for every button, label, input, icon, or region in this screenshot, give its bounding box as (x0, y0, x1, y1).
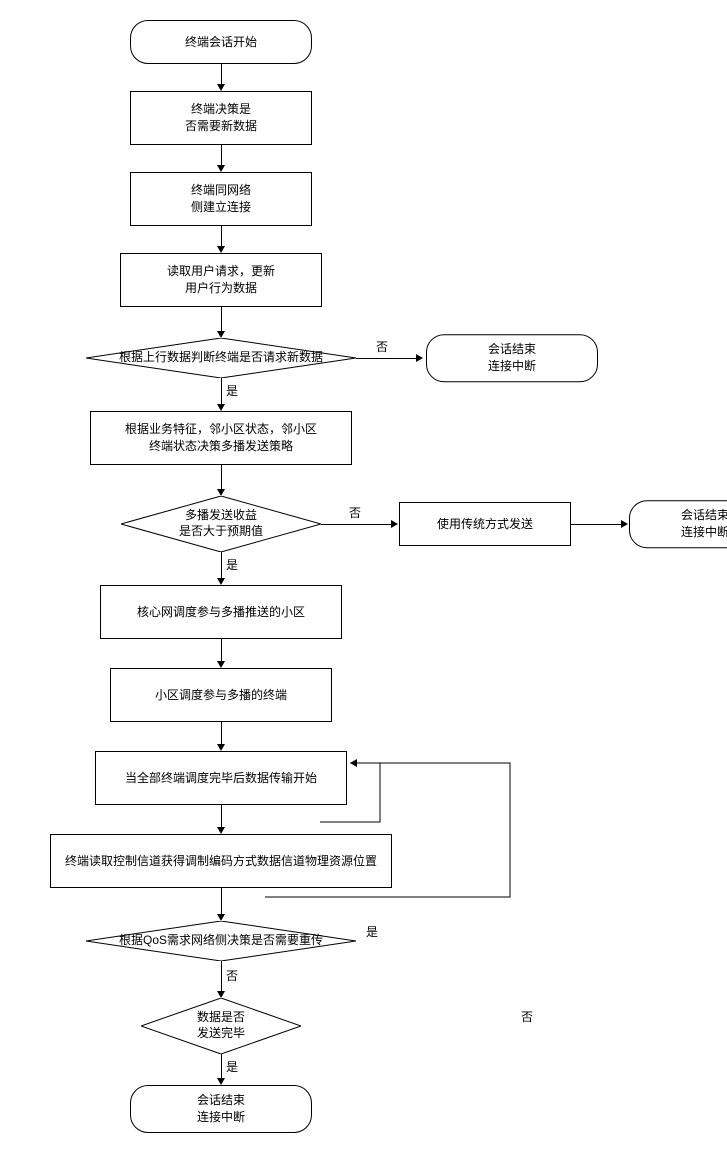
process-8-text: 终端读取控制信道获得调制编码方式数据信道物理资源位置 (65, 853, 377, 870)
start-text: 终端会话开始 (185, 34, 257, 51)
alt-process: 使用传统方式发送 (399, 502, 571, 546)
arrow (220, 226, 222, 253)
decision-4: 数据是否 发送完毕 (141, 998, 301, 1054)
arrow-right: 否 (321, 520, 398, 528)
decision-4-text: 数据是否 发送完毕 (173, 1010, 269, 1041)
arrow (220, 145, 222, 172)
yes-label: 是 (226, 382, 238, 399)
process-7-text: 当全部终端调度完毕后数据传输开始 (125, 770, 317, 787)
process-6-text: 小区调度参与多播的终端 (155, 687, 287, 704)
arrow-right (571, 520, 628, 528)
arrow (220, 888, 222, 921)
end-3-text: 会话结束 连接中断 (197, 1092, 245, 1126)
decision-3: 根据QoS需求网络侧决策是否需要重传 (86, 921, 356, 961)
process-3-text: 读取用户请求，更新 用户行为数据 (167, 263, 275, 297)
no-label: 否 (349, 504, 361, 521)
arrow (220, 639, 222, 668)
arrow: 是 (220, 1054, 222, 1085)
process-7: 当全部终端调度完毕后数据传输开始 (95, 751, 347, 805)
arrow: 否 (220, 961, 222, 998)
no-label: 否 (226, 967, 238, 984)
process-4: 根据业务特征，邻小区状态，邻小区 终端状态决策多播发送策略 (90, 411, 352, 465)
yes-label: 是 (226, 1058, 238, 1075)
arrow (220, 307, 222, 338)
end-2-text: 会话结束 连接中断 (681, 507, 727, 541)
alt-text: 使用传统方式发送 (437, 516, 533, 533)
arrow-right: 否 (356, 354, 423, 362)
yes-label: 是 (226, 556, 238, 573)
process-3: 读取用户请求，更新 用户行为数据 (120, 253, 322, 307)
arrow: 是 (220, 552, 222, 585)
arrow (220, 64, 222, 91)
arrow (220, 722, 222, 751)
end-3: 会话结束 连接中断 (130, 1085, 312, 1133)
process-1-text: 终端决策是 否需要新数据 (185, 101, 257, 135)
decision-1-text: 根据上行数据判断终端是否请求新数据 (95, 350, 347, 366)
process-5-text: 核心网调度参与多播推送的小区 (137, 604, 305, 621)
process-5: 核心网调度参与多播推送的小区 (100, 585, 342, 639)
process-2: 终端同网络 侧建立连接 (130, 172, 312, 226)
arrow (220, 805, 222, 834)
process-1: 终端决策是 否需要新数据 (130, 91, 312, 145)
decision-1: 根据上行数据判断终端是否请求新数据 (86, 338, 356, 378)
process-4-text: 根据业务特征，邻小区状态，邻小区 终端状态决策多播发送策略 (125, 421, 317, 455)
arrow: 是 (220, 378, 222, 411)
end-2: 会话结束 连接中断 (629, 500, 727, 548)
end-1-text: 会话结束 连接中断 (488, 341, 536, 375)
end-1: 会话结束 连接中断 (426, 334, 598, 382)
yes-label: 是 (366, 923, 378, 940)
no-label: 否 (521, 1008, 533, 1025)
decision-2: 多播发送收益 是否大于预期值 (121, 496, 321, 552)
no-label: 否 (376, 338, 388, 355)
process-8: 终端读取控制信道获得调制编码方式数据信道物理资源位置 (50, 834, 392, 888)
decision-2-text: 多播发送收益 是否大于预期值 (155, 508, 287, 539)
process-6: 小区调度参与多播的终端 (110, 668, 332, 722)
process-2-text: 终端同网络 侧建立连接 (191, 182, 251, 216)
start-node: 终端会话开始 (130, 20, 312, 64)
arrow (220, 465, 222, 496)
decision-3-text: 根据QoS需求网络侧决策是否需要重传 (95, 933, 347, 949)
